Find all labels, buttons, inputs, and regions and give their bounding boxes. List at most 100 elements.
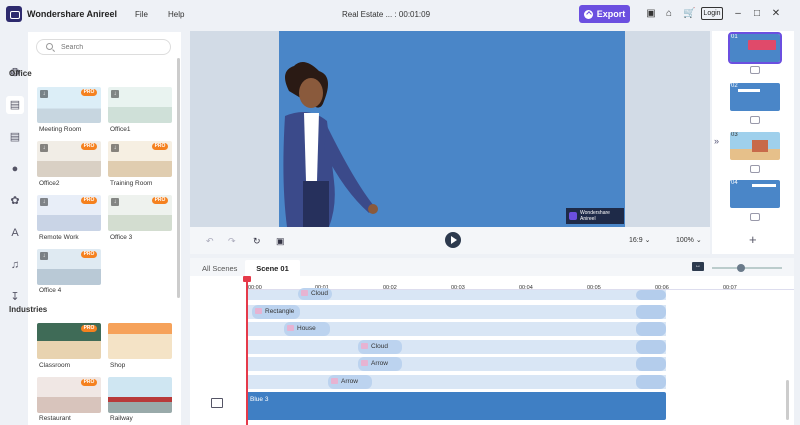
template-label: Training Room (110, 180, 153, 187)
scene-thumbnail[interactable]: 03 (730, 132, 780, 160)
background-icon[interactable]: ▤ (9, 131, 21, 143)
scene-canvas[interactable] (279, 31, 625, 227)
aspect-ratio-select[interactable]: 16:9 ⌄ (629, 236, 650, 244)
pro-badge: PRO (81, 143, 97, 150)
element-icon (287, 325, 294, 332)
pro-badge: PRO (152, 143, 168, 150)
template-tile[interactable]: ↓ PRO (108, 141, 172, 177)
zoom-select[interactable]: 100% ⌄ (676, 236, 702, 244)
element-icon (331, 378, 338, 385)
project-title: Real Estate ... : 00:01:09 (342, 10, 431, 19)
menu-help[interactable]: Help (168, 10, 184, 19)
timeline-clip[interactable]: Cloud (298, 288, 332, 300)
play-button[interactable] (445, 232, 461, 248)
clip-tail[interactable] (636, 357, 666, 371)
scene-thumbnail[interactable]: 02 (730, 83, 780, 111)
login-button[interactable]: Login (701, 7, 723, 20)
zoom-value: 100% (676, 237, 694, 244)
background-clip[interactable]: Blue 3 (246, 392, 666, 420)
export-button[interactable]: Export (579, 5, 630, 23)
props-icon[interactable]: ✿ (9, 195, 21, 207)
timeline-scrollbar[interactable] (786, 380, 789, 420)
transition-icon[interactable] (750, 66, 760, 74)
template-tile[interactable]: PRO (37, 323, 101, 359)
template-label: Railway (110, 415, 133, 422)
template-label: Office 4 (39, 287, 62, 294)
tab-scene-01[interactable]: Scene 01 (245, 260, 300, 276)
timeline-zoom-slider[interactable] (712, 267, 782, 269)
text-icon[interactable]: A (9, 227, 21, 239)
template-label: Office1 (110, 126, 131, 133)
clip-tail[interactable] (636, 322, 666, 336)
timeline-clip[interactable]: Cloud (358, 340, 402, 354)
pro-badge: PRO (81, 325, 97, 332)
template-label: Classroom (39, 362, 71, 369)
timeline-clip[interactable]: Arrow (358, 357, 402, 371)
fit-timeline-icon[interactable]: ↔ (692, 262, 704, 271)
template-tile[interactable]: ↓ PRO (37, 87, 101, 123)
download-icon: ↓ (40, 198, 48, 206)
element-icon (255, 308, 262, 315)
tab-all-scenes[interactable]: All Scenes (194, 260, 245, 276)
clip-tail[interactable] (636, 375, 666, 389)
scene-thumbnail[interactable]: 01 (728, 32, 782, 64)
template-tile[interactable]: ↓ PRO (37, 195, 101, 231)
search-box[interactable] (36, 39, 171, 55)
template-label: Office2 (39, 180, 60, 187)
save-icon[interactable]: ▣ (646, 9, 656, 19)
scene-thumbnail[interactable]: 04 (730, 180, 780, 208)
replay-icon[interactable]: ↻ (253, 236, 261, 247)
close-icon[interactable]: ✕ (771, 9, 781, 19)
template-tile[interactable]: PRO (37, 377, 101, 413)
pro-badge: PRO (81, 251, 97, 258)
template-tile[interactable] (108, 377, 172, 413)
clip-tail[interactable] (636, 305, 666, 319)
playhead-handle[interactable] (243, 276, 251, 282)
undo-icon[interactable]: ↶ (206, 236, 214, 247)
home-icon[interactable]: ⌂ (664, 9, 674, 19)
scene-number: 02 (731, 83, 738, 89)
template-tile[interactable]: ↓ PRO (108, 195, 172, 231)
element-icon (361, 360, 368, 367)
camera-icon[interactable]: ▣ (276, 236, 285, 247)
collapse-scenes-icon[interactable]: » (714, 136, 719, 146)
character-figure[interactable] (279, 31, 625, 227)
maximize-icon[interactable]: □ (752, 9, 762, 19)
playhead[interactable] (246, 278, 248, 425)
character-icon[interactable]: ● (9, 163, 21, 175)
template-tile[interactable] (108, 323, 172, 359)
download-icon: ↓ (111, 144, 119, 152)
cart-icon[interactable]: 🛒 (683, 9, 695, 19)
timeline-zoom-handle[interactable] (737, 264, 745, 272)
timeline-clip[interactable]: House (284, 322, 330, 336)
template-tile[interactable]: ↓ PRO (37, 141, 101, 177)
redo-icon[interactable]: ↷ (228, 236, 236, 247)
template-label: Restaurant (39, 415, 71, 422)
menu-file[interactable]: File (135, 10, 148, 19)
minimize-icon[interactable]: – (733, 9, 743, 19)
transition-icon[interactable] (750, 116, 760, 124)
timeline-track (246, 357, 666, 371)
transition-icon[interactable] (750, 213, 760, 221)
transition-icon[interactable] (750, 165, 760, 173)
chevron-down-icon: ⌄ (644, 237, 651, 244)
app-name: Wondershare Anireel (27, 9, 118, 19)
panel-scrollbar[interactable] (177, 58, 180, 298)
pro-badge: PRO (81, 379, 97, 386)
clip-tail[interactable] (636, 340, 666, 354)
clip-tail[interactable] (636, 290, 666, 300)
timeline-clip[interactable]: Rectangle (252, 305, 300, 319)
timeline-clip[interactable]: Arrow (328, 375, 372, 389)
music-icon[interactable]: ♫ (9, 259, 21, 271)
template-label: Office 3 (110, 234, 133, 241)
template-tile[interactable]: ↓ (108, 87, 172, 123)
template-label: Remote Work (39, 234, 79, 241)
scene-template-icon[interactable]: ▤ (9, 99, 21, 111)
film-strip-icon (211, 398, 223, 408)
export-label: Export (596, 9, 626, 19)
scene-number: 03 (731, 132, 738, 138)
add-scene-button[interactable]: + (749, 232, 757, 247)
template-tile[interactable]: ↓ PRO (37, 249, 101, 285)
import-icon[interactable]: ↧ (9, 291, 21, 303)
search-input[interactable] (61, 42, 161, 53)
